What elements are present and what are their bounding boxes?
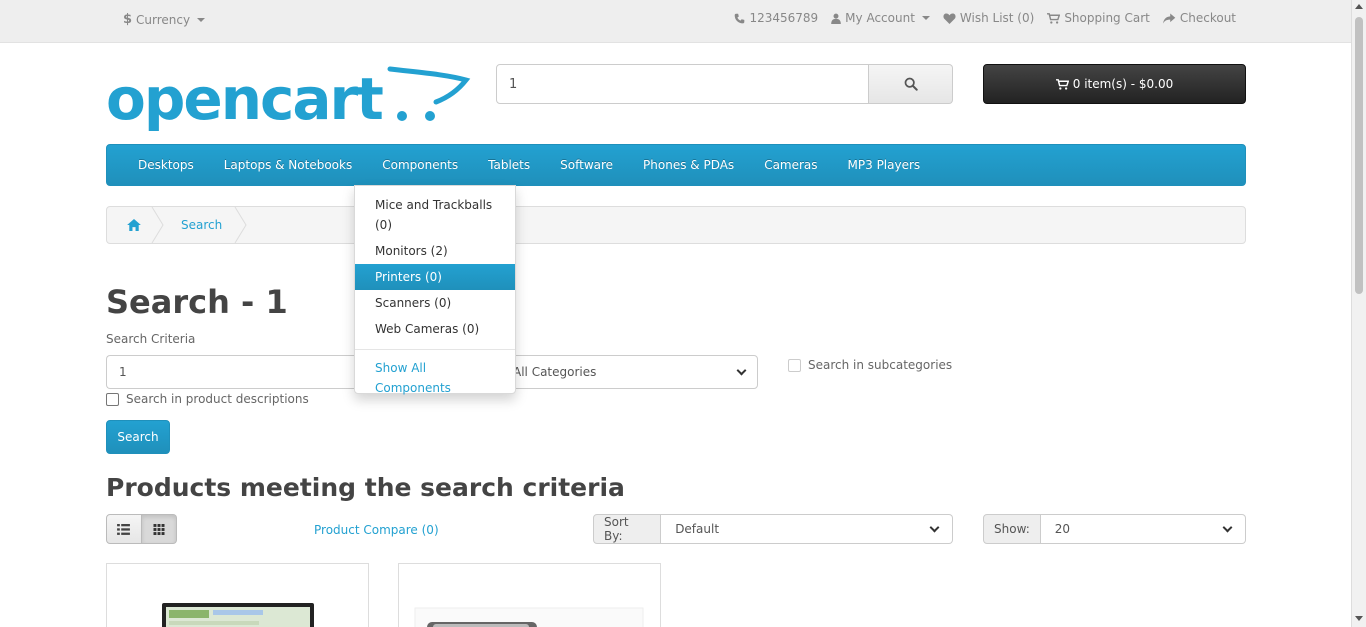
page-title: Search - 1	[106, 283, 288, 321]
list-view-button[interactable]	[106, 514, 142, 544]
shopping-cart-link[interactable]: Shopping Cart	[1047, 11, 1150, 25]
product-image[interactable]	[399, 564, 661, 627]
logo[interactable]: opencart	[106, 62, 471, 137]
phone-link[interactable]: 123456789	[734, 11, 818, 25]
checkbox-box[interactable]	[106, 392, 119, 406]
menu-item-components[interactable]: Components	[367, 145, 473, 185]
vertical-scrollbar[interactable]	[1351, 0, 1366, 627]
caret-down-icon	[197, 17, 206, 22]
checkbox-box[interactable]	[788, 358, 801, 372]
view-toggle	[106, 514, 177, 544]
products-heading: Products meeting the search criteria	[106, 473, 625, 502]
menu-item-laptops[interactable]: Laptops & Notebooks	[209, 145, 367, 185]
cart-icon	[1047, 12, 1061, 24]
search-button[interactable]	[869, 64, 953, 104]
product-image[interactable]	[107, 564, 369, 627]
components-dropdown: Mice and Trackballs (0) Monitors (2) Pri…	[354, 185, 516, 395]
grid-view-button[interactable]	[141, 514, 177, 544]
product-card[interactable]	[106, 563, 369, 627]
limit-group: Show: 20	[983, 514, 1246, 544]
dropdown-divider	[355, 349, 515, 350]
home-icon	[127, 219, 141, 231]
descriptions-checkbox[interactable]: Search in product descriptions	[106, 392, 309, 406]
dropdown-item-mice[interactable]: Mice and Trackballs (0)	[355, 192, 515, 238]
search-bar	[496, 64, 953, 104]
wish-list-link[interactable]: Wish List (0)	[943, 11, 1034, 25]
menu-item-cameras[interactable]: Cameras	[749, 145, 832, 185]
chevron-down-icon	[1222, 522, 1233, 532]
scrollbar-thumb[interactable]	[1355, 17, 1363, 294]
search-icon	[904, 77, 918, 91]
main-menu: Desktops Laptops & Notebooks Components …	[106, 144, 1246, 186]
product-card[interactable]	[398, 563, 661, 627]
sort-select-value: Default	[675, 522, 720, 536]
caret-down-icon	[921, 16, 930, 20]
my-account-label: My Account	[845, 11, 915, 25]
currency-dropdown[interactable]: $ Currency	[123, 12, 206, 27]
breadcrumb-search[interactable]: Search	[165, 207, 242, 243]
logo-cart-icon	[387, 66, 471, 121]
show-label: Show:	[983, 514, 1041, 544]
breadcrumb-separator	[234, 207, 247, 243]
menu-item-mp3-players[interactable]: MP3 Players	[833, 145, 936, 185]
descriptions-label: Search in product descriptions	[126, 392, 309, 406]
chevron-down-icon	[929, 522, 940, 532]
share-icon	[1162, 12, 1176, 24]
shopping-cart-label: Shopping Cart	[1064, 11, 1150, 25]
limit-select-value: 20	[1054, 522, 1071, 536]
my-account-dropdown[interactable]: My Account	[831, 11, 930, 25]
show-all-components-link[interactable]: Show All Components	[355, 355, 515, 401]
dropdown-item-printers[interactable]: Printers (0)	[355, 264, 515, 290]
user-icon	[831, 13, 841, 24]
checkout-label: Checkout	[1179, 11, 1236, 25]
breadcrumb-current: Search	[181, 218, 223, 232]
dropdown-item-scanners[interactable]: Scanners (0)	[355, 290, 515, 316]
menu-item-phones[interactable]: Phones & PDAs	[628, 145, 749, 185]
scroll-up-icon[interactable]	[1355, 4, 1363, 9]
breadcrumb-separator	[151, 207, 164, 243]
subcategories-checkbox[interactable]: Search in subcategories	[788, 358, 952, 372]
phone-number: 123456789	[749, 11, 819, 25]
sort-group: Sort By: Default	[593, 514, 953, 544]
currency-label: Currency	[136, 12, 191, 27]
dropdown-item-web-cameras[interactable]: Web Cameras (0)	[355, 316, 515, 342]
search-criteria-label: Search Criteria	[106, 332, 196, 346]
subcategories-label: Search in subcategories	[808, 358, 953, 372]
cart-button[interactable]: 0 item(s) - $0.00	[983, 64, 1246, 104]
limit-select[interactable]: 20	[1040, 514, 1246, 544]
cart-icon	[1055, 78, 1069, 90]
search-submit-label: Search	[117, 430, 159, 444]
logo-text: opencart	[106, 65, 384, 133]
currency-symbol: $	[123, 12, 133, 27]
grid-icon	[153, 523, 165, 535]
list-icon	[117, 523, 131, 535]
menu-item-desktops[interactable]: Desktops	[123, 145, 209, 185]
heart-icon	[943, 12, 956, 24]
search-input[interactable]	[496, 64, 869, 104]
breadcrumb: Search	[106, 206, 1246, 244]
category-select[interactable]: All Categories	[500, 355, 758, 389]
category-select-value: All Categories	[513, 365, 597, 379]
chevron-down-icon	[736, 365, 747, 375]
wish-list-label: Wish List (0)	[959, 11, 1035, 25]
menu-item-software[interactable]: Software	[545, 145, 628, 185]
menu-item-tablets[interactable]: Tablets	[473, 145, 545, 185]
top-bar: $ Currency 123456789 My Account Wish Lis…	[0, 0, 1351, 43]
search-submit-button[interactable]: Search	[106, 420, 170, 454]
sort-select[interactable]: Default	[661, 514, 953, 544]
search-criteria-input[interactable]	[106, 355, 356, 389]
cart-summary: 0 item(s) - $0.00	[1072, 77, 1174, 91]
scroll-down-icon[interactable]	[1355, 616, 1363, 621]
checkout-link[interactable]: Checkout	[1162, 11, 1236, 25]
phone-icon	[735, 13, 745, 23]
top-links: 123456789 My Account Wish List (0) Shopp…	[734, 11, 1236, 25]
dropdown-item-monitors[interactable]: Monitors (2)	[355, 238, 515, 264]
product-compare-link[interactable]: Product Compare (0)	[314, 523, 439, 537]
sort-label: Sort By:	[593, 514, 662, 544]
